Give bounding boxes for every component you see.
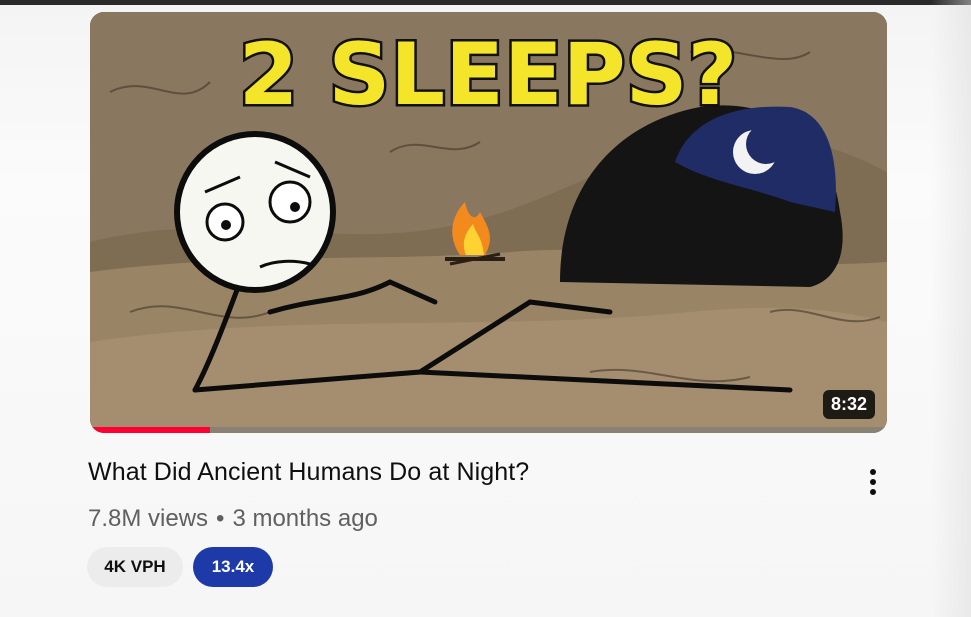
video-thumbnail[interactable]: 2 SLEEPS? 8:32	[90, 12, 887, 433]
thumbnail-title-art: 2 SLEEPS?	[236, 23, 740, 128]
video-meta: 7.8M views • 3 months ago	[88, 505, 378, 533]
meta-separator: •	[216, 505, 225, 532]
vph-badge: 4K VPH	[87, 547, 183, 587]
more-options-button[interactable]	[857, 464, 889, 500]
more-vertical-icon	[870, 469, 876, 475]
duration-badge: 8:32	[822, 390, 875, 419]
video-title[interactable]: What Did Ancient Humans Do at Night?	[88, 458, 529, 487]
more-vertical-icon-dot-2	[870, 479, 876, 485]
thumbnail-text: 2 SLEEPS?	[239, 25, 738, 125]
video-card: 2 SLEEPS? 8:32 What Did Ancient Humans D…	[0, 0, 971, 617]
view-count: 7.8M views	[88, 505, 209, 532]
more-vertical-icon-dot-3	[870, 489, 876, 495]
multiplier-badge: 13.4x	[193, 547, 273, 587]
edge-shadow	[931, 0, 971, 617]
watch-progress-bar	[90, 427, 887, 433]
watch-progress-fill	[90, 427, 210, 433]
upload-age: 3 months ago	[232, 505, 378, 532]
